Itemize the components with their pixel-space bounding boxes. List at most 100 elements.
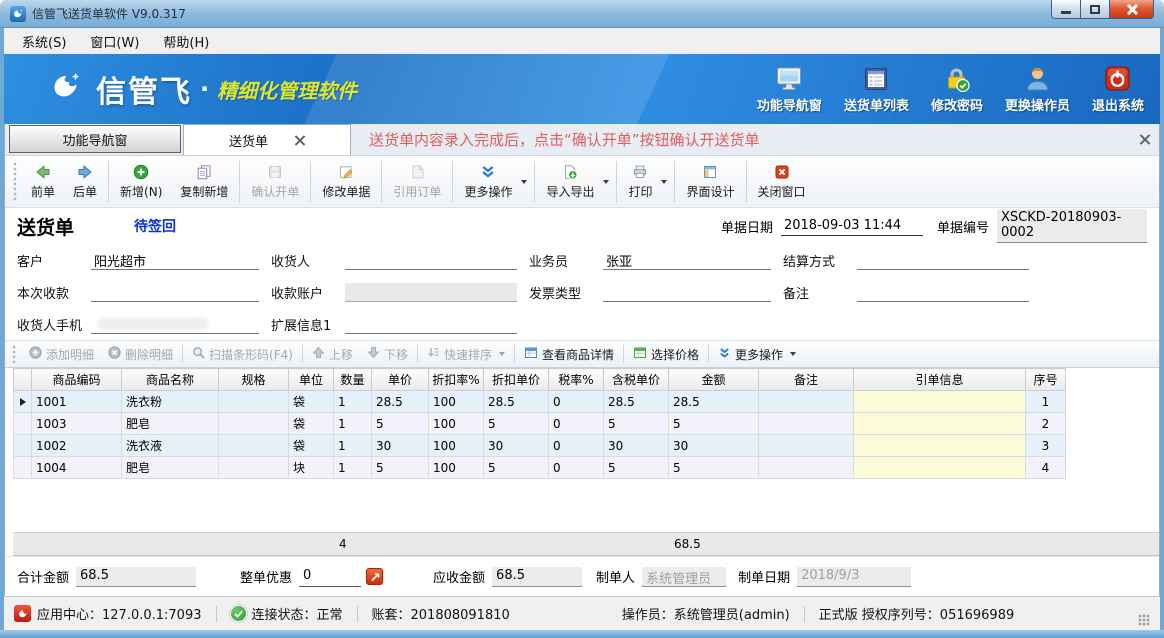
customer-label: 客户 bbox=[17, 251, 91, 270]
col-price-header[interactable]: 单价 bbox=[372, 369, 429, 391]
brand-separator: · bbox=[200, 75, 209, 103]
invoice-type-field[interactable] bbox=[603, 283, 771, 302]
nav-window-button[interactable]: 功能导航窗 bbox=[757, 64, 822, 114]
close-window-button[interactable]: 关闭窗口 bbox=[749, 160, 815, 203]
tab-close-icon[interactable] bbox=[294, 135, 305, 146]
next-doc-button[interactable]: 后单 bbox=[64, 160, 106, 203]
salesman-label: 业务员 bbox=[529, 251, 603, 270]
total-label: 合计金额 bbox=[17, 567, 69, 586]
app-center-icon bbox=[14, 605, 31, 622]
remark-field[interactable] bbox=[857, 283, 1029, 302]
col-code-header[interactable]: 商品编码 bbox=[32, 369, 122, 391]
add-new-button[interactable]: 新增(N) bbox=[111, 160, 171, 203]
main-toolbar: 前单 后单 新增(N) 复制新增 确认开单 bbox=[5, 156, 1159, 208]
resize-grip[interactable] bbox=[1138, 614, 1150, 626]
add-detail-button[interactable]: 添加明细 bbox=[22, 346, 101, 363]
move-down-icon bbox=[367, 346, 380, 362]
dropdown-arrow-icon bbox=[603, 180, 609, 184]
tabstrip-close-icon[interactable] bbox=[1139, 134, 1150, 145]
view-product-button[interactable]: 查看商品详情 bbox=[517, 346, 621, 363]
discount-edit-button[interactable] bbox=[366, 568, 383, 585]
consignee-field[interactable] bbox=[345, 251, 517, 270]
modify-doc-button[interactable]: 修改单据 bbox=[313, 160, 379, 203]
monitor-icon bbox=[775, 64, 803, 92]
receivable-label: 应收金额 bbox=[433, 567, 485, 586]
col-tax-price-header[interactable]: 含税单价 bbox=[604, 369, 669, 391]
edit-icon bbox=[338, 163, 354, 180]
footer-bar: 合计金额 68.5 整单优惠 0 应收金额 68.5 制单人 系统管理员 制单日… bbox=[5, 556, 1159, 596]
ext1-field[interactable] bbox=[345, 315, 517, 334]
arrow-right-icon bbox=[77, 163, 93, 180]
select-price-button[interactable]: 选择价格 bbox=[626, 346, 706, 363]
col-remark-header[interactable]: 备注 bbox=[759, 369, 854, 391]
col-name-header[interactable]: 商品名称 bbox=[122, 369, 219, 391]
prev-doc-button[interactable]: 前单 bbox=[22, 160, 64, 203]
hint-text: 送货单内容录入完成后，点击“确认开单”按钮确认开送货单 bbox=[369, 129, 760, 150]
import-export-button[interactable]: 导入导出 bbox=[537, 160, 614, 203]
menu-help[interactable]: 帮助(H) bbox=[153, 29, 219, 54]
ref-order-button[interactable]: 引用订单 bbox=[384, 160, 450, 203]
col-spec-header[interactable]: 规格 bbox=[219, 369, 289, 391]
save-icon bbox=[267, 163, 283, 180]
header-row: 商品编码 商品名称 规格 单位 数量 单价 折扣率% 折扣单价 税率% 含税单价… bbox=[14, 369, 1066, 391]
col-qty-header[interactable]: 数量 bbox=[334, 369, 372, 391]
payment-label: 本次收款 bbox=[17, 283, 91, 302]
settlement-field[interactable] bbox=[857, 251, 1029, 270]
add-circle-icon bbox=[29, 346, 42, 362]
phone-field[interactable] bbox=[91, 315, 259, 334]
col-tax-rate-header[interactable]: 税率% bbox=[549, 369, 604, 391]
doc-date-field[interactable]: 2018-09-03 11:44 bbox=[781, 217, 923, 236]
payment-field[interactable] bbox=[91, 283, 259, 302]
col-ref-header[interactable]: 引单信息 bbox=[854, 369, 1026, 391]
more-ops-button[interactable]: 更多操作 bbox=[711, 346, 803, 363]
total-amount-field: 68.5 bbox=[76, 567, 196, 587]
settlement-label: 结算方式 bbox=[783, 251, 857, 270]
print-button[interactable]: 打印 bbox=[619, 160, 672, 203]
discount-label: 整单优惠 bbox=[240, 567, 292, 586]
minimize-button[interactable] bbox=[1051, 0, 1081, 19]
title-bar: 信管飞送货单软件 V9.0.317 bbox=[0, 0, 1164, 28]
detail-table-icon bbox=[524, 346, 538, 362]
ui-design-button[interactable]: 界面设计 bbox=[677, 160, 743, 203]
user-icon bbox=[1024, 64, 1051, 92]
move-up-button[interactable]: 上移 bbox=[305, 346, 360, 363]
col-amount-header[interactable]: 金额 bbox=[669, 369, 759, 391]
customer-field[interactable]: 阳光超市 bbox=[91, 251, 259, 270]
remark-label: 备注 bbox=[783, 283, 857, 302]
close-button[interactable] bbox=[1109, 0, 1154, 19]
salesman-field[interactable]: 张亚 bbox=[603, 251, 771, 270]
more-actions-button[interactable]: 更多操作 bbox=[455, 160, 532, 203]
delivery-list-button[interactable]: 送货单列表 bbox=[844, 64, 909, 114]
discount-field[interactable]: 0 bbox=[299, 567, 361, 587]
toolbar-grip bbox=[13, 162, 18, 202]
col-discount-rate-header[interactable]: 折扣率% bbox=[429, 369, 484, 391]
menu-system[interactable]: 系统(S) bbox=[12, 29, 76, 54]
account-label: 收款账户 bbox=[271, 283, 345, 302]
more-chevron-icon bbox=[718, 346, 731, 362]
brand-logo-icon bbox=[46, 69, 86, 109]
delete-detail-button[interactable]: 删除明细 bbox=[101, 346, 180, 363]
col-discount-price-header[interactable]: 折扣单价 bbox=[484, 369, 549, 391]
scan-barcode-button[interactable]: 扫描条形码(F4) bbox=[185, 346, 300, 363]
tab-delivery-order[interactable]: 送货单 bbox=[183, 124, 351, 155]
switch-operator-button[interactable]: 更换操作员 bbox=[1005, 64, 1070, 114]
move-down-button[interactable]: 下移 bbox=[360, 346, 415, 363]
order-form: 客户 阳光超市 收货人 业务员 张亚 结算方式 本次收款 收款账户 发票类型 bbox=[5, 244, 1159, 340]
copy-new-button[interactable]: 复制新增 bbox=[171, 160, 237, 203]
col-unit-header[interactable]: 单位 bbox=[289, 369, 334, 391]
remove-circle-icon bbox=[108, 346, 121, 362]
sort-icon bbox=[427, 346, 440, 362]
current-row-indicator[interactable] bbox=[14, 391, 32, 413]
menu-window[interactable]: 窗口(W) bbox=[80, 29, 149, 54]
exit-system-button[interactable]: 退出系统 bbox=[1092, 64, 1144, 114]
confirm-open-button[interactable]: 确认开单 bbox=[242, 160, 308, 203]
price-table-icon bbox=[633, 346, 647, 362]
window-controls bbox=[1052, 0, 1154, 19]
import-export-icon bbox=[562, 163, 578, 180]
col-seq-header[interactable]: 序号 bbox=[1026, 369, 1066, 391]
tab-nav-window[interactable]: 功能导航窗 bbox=[9, 125, 181, 153]
change-password-button[interactable]: 修改密码 bbox=[931, 64, 983, 114]
quick-sort-button[interactable]: 快速排序 bbox=[420, 346, 512, 363]
table-row: 1002洗衣液袋13010030030303 bbox=[14, 435, 1066, 457]
maximize-button[interactable] bbox=[1080, 0, 1110, 19]
